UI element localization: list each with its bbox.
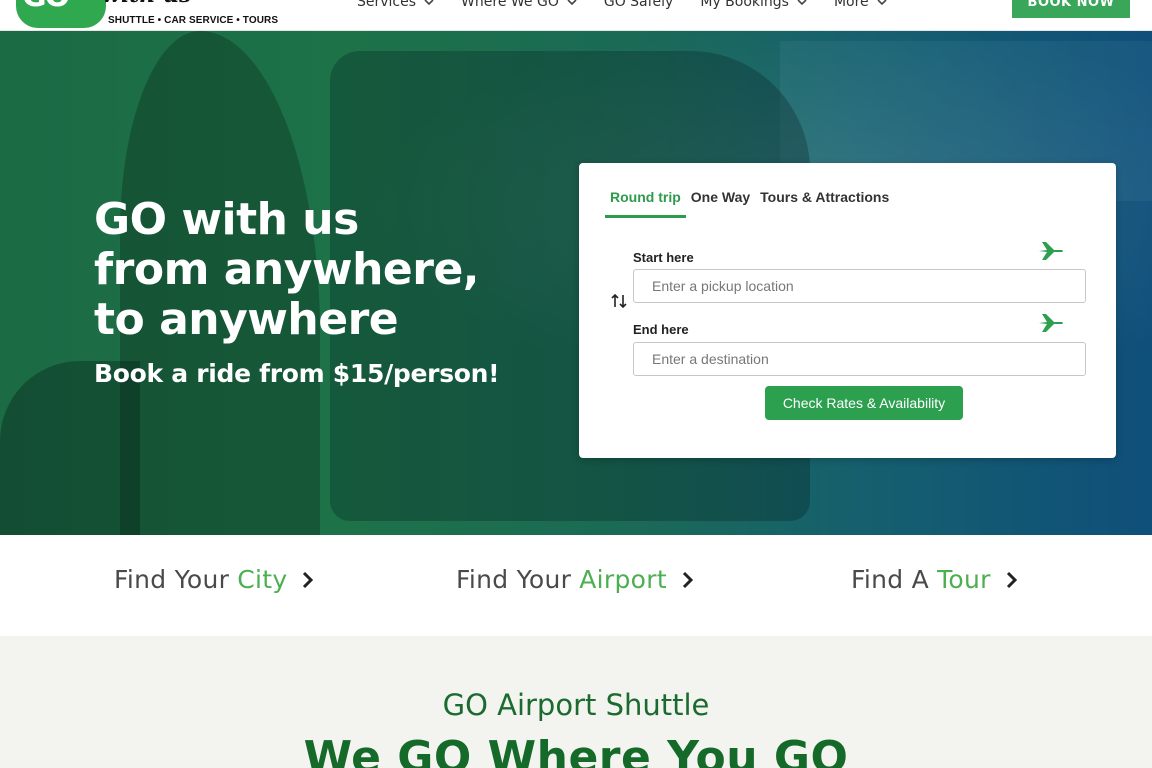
nav-go-safely[interactable]: GO Safely (604, 0, 674, 10)
check-rates-button[interactable]: Check Rates & Availability (765, 386, 963, 420)
chevron-right-icon (303, 571, 314, 588)
hero-title-line: GO with us (94, 194, 359, 245)
chevron-down-icon (424, 0, 434, 6)
logo[interactable]: GO with us SHUTTLE • CAR SERVICE • TOURS (16, 0, 279, 30)
find-links-row: Find Your City Find Your Airport Find A … (0, 535, 1152, 636)
main-nav: Services Where We GO GO Safely My Bookin… (357, 0, 914, 10)
logo-go-badge: GO (16, 0, 106, 28)
section-heading: We GO Where You GO (303, 732, 849, 768)
booking-card: Round trip One Way Tours & Attractions S… (579, 163, 1116, 458)
booking-tabs: Round trip One Way Tours & Attractions (605, 187, 894, 218)
hero-subtitle: Book a ride from $15/person! (94, 359, 500, 388)
find-tour-link[interactable]: Find A Tour (851, 565, 1019, 594)
chevron-down-icon (877, 0, 887, 6)
find-city-link[interactable]: Find Your City (114, 565, 315, 594)
nav-my-bookings[interactable]: My Bookings (700, 0, 807, 10)
pickup-input[interactable] (633, 269, 1086, 303)
tab-one-way[interactable]: One Way (686, 187, 755, 218)
chevron-down-icon (567, 0, 577, 6)
nav-label: Services (357, 0, 417, 10)
nav-label: GO Safely (603, 0, 674, 10)
swap-icon[interactable] (611, 293, 627, 309)
hero-title-line: to anywhere (94, 294, 399, 345)
find-airport-link[interactable]: Find Your Airport (456, 565, 695, 594)
tab-tours-attractions[interactable]: Tours & Attractions (755, 187, 894, 218)
find-highlight: Airport (579, 565, 667, 594)
destination-input[interactable] (633, 342, 1086, 376)
logo-tagline: SHUTTLE • CAR SERVICE • TOURS (108, 15, 279, 26)
airplane-icon[interactable] (1037, 239, 1065, 263)
find-highlight: Tour (937, 565, 991, 594)
book-now-button[interactable]: BOOK NOW (1012, 0, 1130, 18)
section-kicker: GO Airport Shuttle (442, 688, 710, 722)
find-prefix: Find Your (456, 565, 572, 594)
chevron-down-icon (797, 0, 807, 6)
airport-shuttle-section: GO Airport Shuttle We GO Where You GO (0, 636, 1152, 768)
start-label: Start here (633, 250, 694, 265)
nav-label: Where We GO (461, 0, 559, 10)
site-header: GO with us SHUTTLE • CAR SERVICE • TOURS… (0, 0, 1152, 31)
nav-where-we-go[interactable]: Where We GO (461, 0, 577, 10)
chevron-right-icon (1006, 571, 1017, 588)
find-prefix: Find A (851, 565, 930, 594)
chevron-right-icon (682, 571, 694, 588)
hero-section: GO with us from anywhere, to anywhere Bo… (0, 31, 1152, 535)
end-label: End here (633, 322, 689, 337)
logo-script: with us (102, 0, 192, 8)
nav-services[interactable]: Services (357, 0, 434, 10)
nav-label: My Bookings (700, 0, 789, 10)
hero-title-line: from anywhere, (94, 244, 480, 295)
airplane-icon[interactable] (1037, 311, 1065, 335)
nav-label: More (833, 0, 869, 10)
nav-more[interactable]: More (834, 0, 887, 10)
hero-title: GO with us from anywhere, to anywhere (94, 195, 514, 345)
find-prefix: Find Your (114, 565, 230, 594)
tab-round-trip[interactable]: Round trip (605, 187, 686, 218)
find-highlight: City (237, 565, 288, 594)
